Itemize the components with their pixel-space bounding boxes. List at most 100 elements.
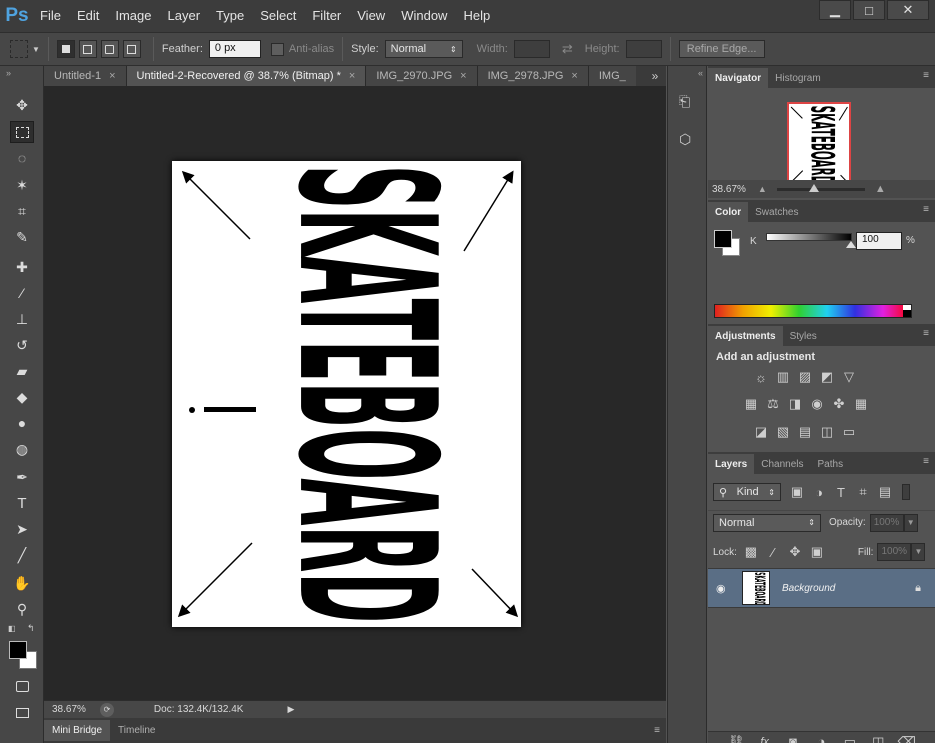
tab-adjustments[interactable]: Adjustments [708,326,783,346]
tab-timeline[interactable]: Timeline [110,720,163,741]
add-to-selection-icon[interactable] [78,40,97,58]
clone-stamp-tool-icon[interactable]: ⊥ [10,308,34,330]
filter-adjustment-icon[interactable]: ◑ [811,485,827,500]
close-button[interactable]: ✕ [887,0,929,20]
fx-icon[interactable]: fx [757,735,773,743]
default-colors-icon[interactable]: ◧ [8,624,16,633]
levels-icon[interactable]: ▥ [775,369,791,384]
maximize-button[interactable]: □ [853,0,885,20]
threshold-icon[interactable]: ▤ [797,424,813,439]
status-menu-arrow-icon[interactable]: ▶ [287,704,294,715]
blend-mode-select[interactable]: Normal ⇕ [713,513,821,532]
menu-image[interactable]: Image [107,0,159,32]
tab-paths[interactable]: Paths [811,454,851,474]
tab-mini-bridge[interactable]: Mini Bridge [44,720,111,741]
dodge-tool-icon[interactable]: ◍ [10,438,34,460]
navigator-zoom-value[interactable]: 38.67% [712,184,746,195]
crop-tool-icon[interactable]: ⌗ [10,200,34,222]
swap-colors-icon[interactable]: ↰ [27,623,35,634]
feather-input[interactable]: 0 px [208,40,261,58]
panel-menu-icon[interactable]: ≡ [923,70,929,81]
panel-menu-icon[interactable]: ≡ [923,204,929,215]
lock-position-icon[interactable]: ✥ [787,544,803,559]
k-slider-thumb[interactable] [846,241,856,248]
rect-marquee-tool-icon[interactable] [10,121,34,143]
swap-dimensions-icon[interactable]: ⇄ [562,41,573,57]
lock-image-icon[interactable]: ⁄ [765,545,781,560]
close-tab-icon[interactable]: × [349,70,355,82]
blur-tool-icon[interactable]: ● [10,412,34,434]
k-value-input[interactable]: 100 [856,232,902,250]
path-selection-tool-icon[interactable]: ➤ [10,518,34,540]
zoom-readout[interactable]: 38.67% [52,704,86,715]
foreground-color-swatch[interactable] [9,641,27,659]
slider-thumb[interactable] [808,183,819,192]
layer-row-background[interactable]: ◉ SKATEBOARD Background 🔒︎ [708,568,935,608]
exposure-icon[interactable]: ◩ [819,369,835,384]
hue-saturation-icon[interactable]: ▦ [743,396,759,411]
brightness-contrast-icon[interactable]: ☼ [753,370,769,385]
width-input[interactable] [513,40,550,58]
doc-tab-untitled-1[interactable]: Untitled-1 × [44,66,127,86]
selective-color-icon[interactable]: ◫ [819,424,835,439]
doc-tab-img-partial[interactable]: IMG_ [588,66,636,86]
doc-tab-img-2970[interactable]: IMG_2970.JPG × [366,66,478,86]
panel-menu-icon[interactable]: ≡ [923,456,929,467]
menu-filter[interactable]: Filter [304,0,349,32]
zoom-in-icon[interactable]: ▲ [875,183,886,195]
subtract-from-selection-icon[interactable] [100,40,119,58]
vibrance-icon[interactable]: ▽ [841,369,857,384]
brush-tool-icon[interactable]: ⁄ [10,282,34,304]
tab-navigator[interactable]: Navigator [708,68,769,88]
black-white-icon[interactable]: ◨ [787,396,803,411]
curves-icon[interactable]: ▨ [797,369,813,384]
intersect-selection-icon[interactable] [122,40,141,58]
filter-kind-select[interactable]: ⚲ Kind ⇕ [713,483,781,501]
move-tool-icon[interactable]: ✥ [10,94,34,116]
trash-icon[interactable]: ⌫ [898,734,916,743]
expand-panel-icon[interactable]: « [698,68,703,78]
lock-all-icon[interactable]: ▣ [809,544,825,559]
new-group-icon[interactable]: ▭ [842,734,858,743]
menu-type[interactable]: Type [208,0,252,32]
new-layer-icon[interactable]: ◫ [870,734,886,743]
tab-overflow-icon[interactable]: » [644,66,666,86]
minimize-button[interactable]: ▁ [819,0,851,20]
menu-edit[interactable]: Edit [69,0,107,32]
filter-pixel-icon[interactable]: ▣ [789,484,805,499]
filter-type-icon[interactable]: T [833,485,849,500]
collapse-panel-icon[interactable]: » [6,68,11,78]
panel-menu-icon[interactable]: ≡ [923,328,929,339]
eyedropper-tool-icon[interactable]: ✎ [10,226,34,248]
tool-preset-picker[interactable]: ▼ [10,40,40,58]
color-balance-icon[interactable]: ⚖ [765,396,781,411]
filter-smart-object-icon[interactable]: ▤ [877,484,893,499]
color-lookup-icon[interactable]: ▦ [853,396,869,411]
pen-tool-icon[interactable]: ✒ [10,466,34,488]
foreground-color-swatch[interactable] [714,230,732,248]
document-canvas[interactable]: SKATEBOARD [172,161,521,627]
history-brush-tool-icon[interactable]: ↺ [10,334,34,356]
menu-file[interactable]: File [32,0,69,32]
height-input[interactable] [625,40,662,58]
photo-filter-icon[interactable]: ◉ [809,396,825,411]
refine-edge-button[interactable]: Refine Edge... [678,40,765,58]
fill-input[interactable]: 100% [877,543,912,561]
chevron-down-icon[interactable]: ▼ [903,513,918,532]
healing-brush-tool-icon[interactable]: ✚ [10,256,34,278]
black-swatch[interactable] [903,310,911,317]
3d-panel-icon[interactable]: ⬡ [679,131,691,148]
invert-icon[interactable]: ◪ [753,424,769,439]
gradient-map-icon[interactable]: ▭ [841,424,857,439]
tab-channels[interactable]: Channels [754,454,810,474]
menu-select[interactable]: Select [252,0,304,32]
k-slider-track[interactable] [766,233,856,248]
menu-view[interactable]: View [349,0,393,32]
eye-icon[interactable]: ◉ [716,582,732,595]
close-tab-icon[interactable]: × [109,70,115,82]
tab-swatches[interactable]: Swatches [748,202,805,222]
layer-name[interactable]: Background [782,583,835,594]
tab-histogram[interactable]: Histogram [768,68,828,88]
quick-mask-icon[interactable] [10,675,34,697]
doc-tab-img-2978[interactable]: IMG_2978.JPG × [477,66,589,86]
